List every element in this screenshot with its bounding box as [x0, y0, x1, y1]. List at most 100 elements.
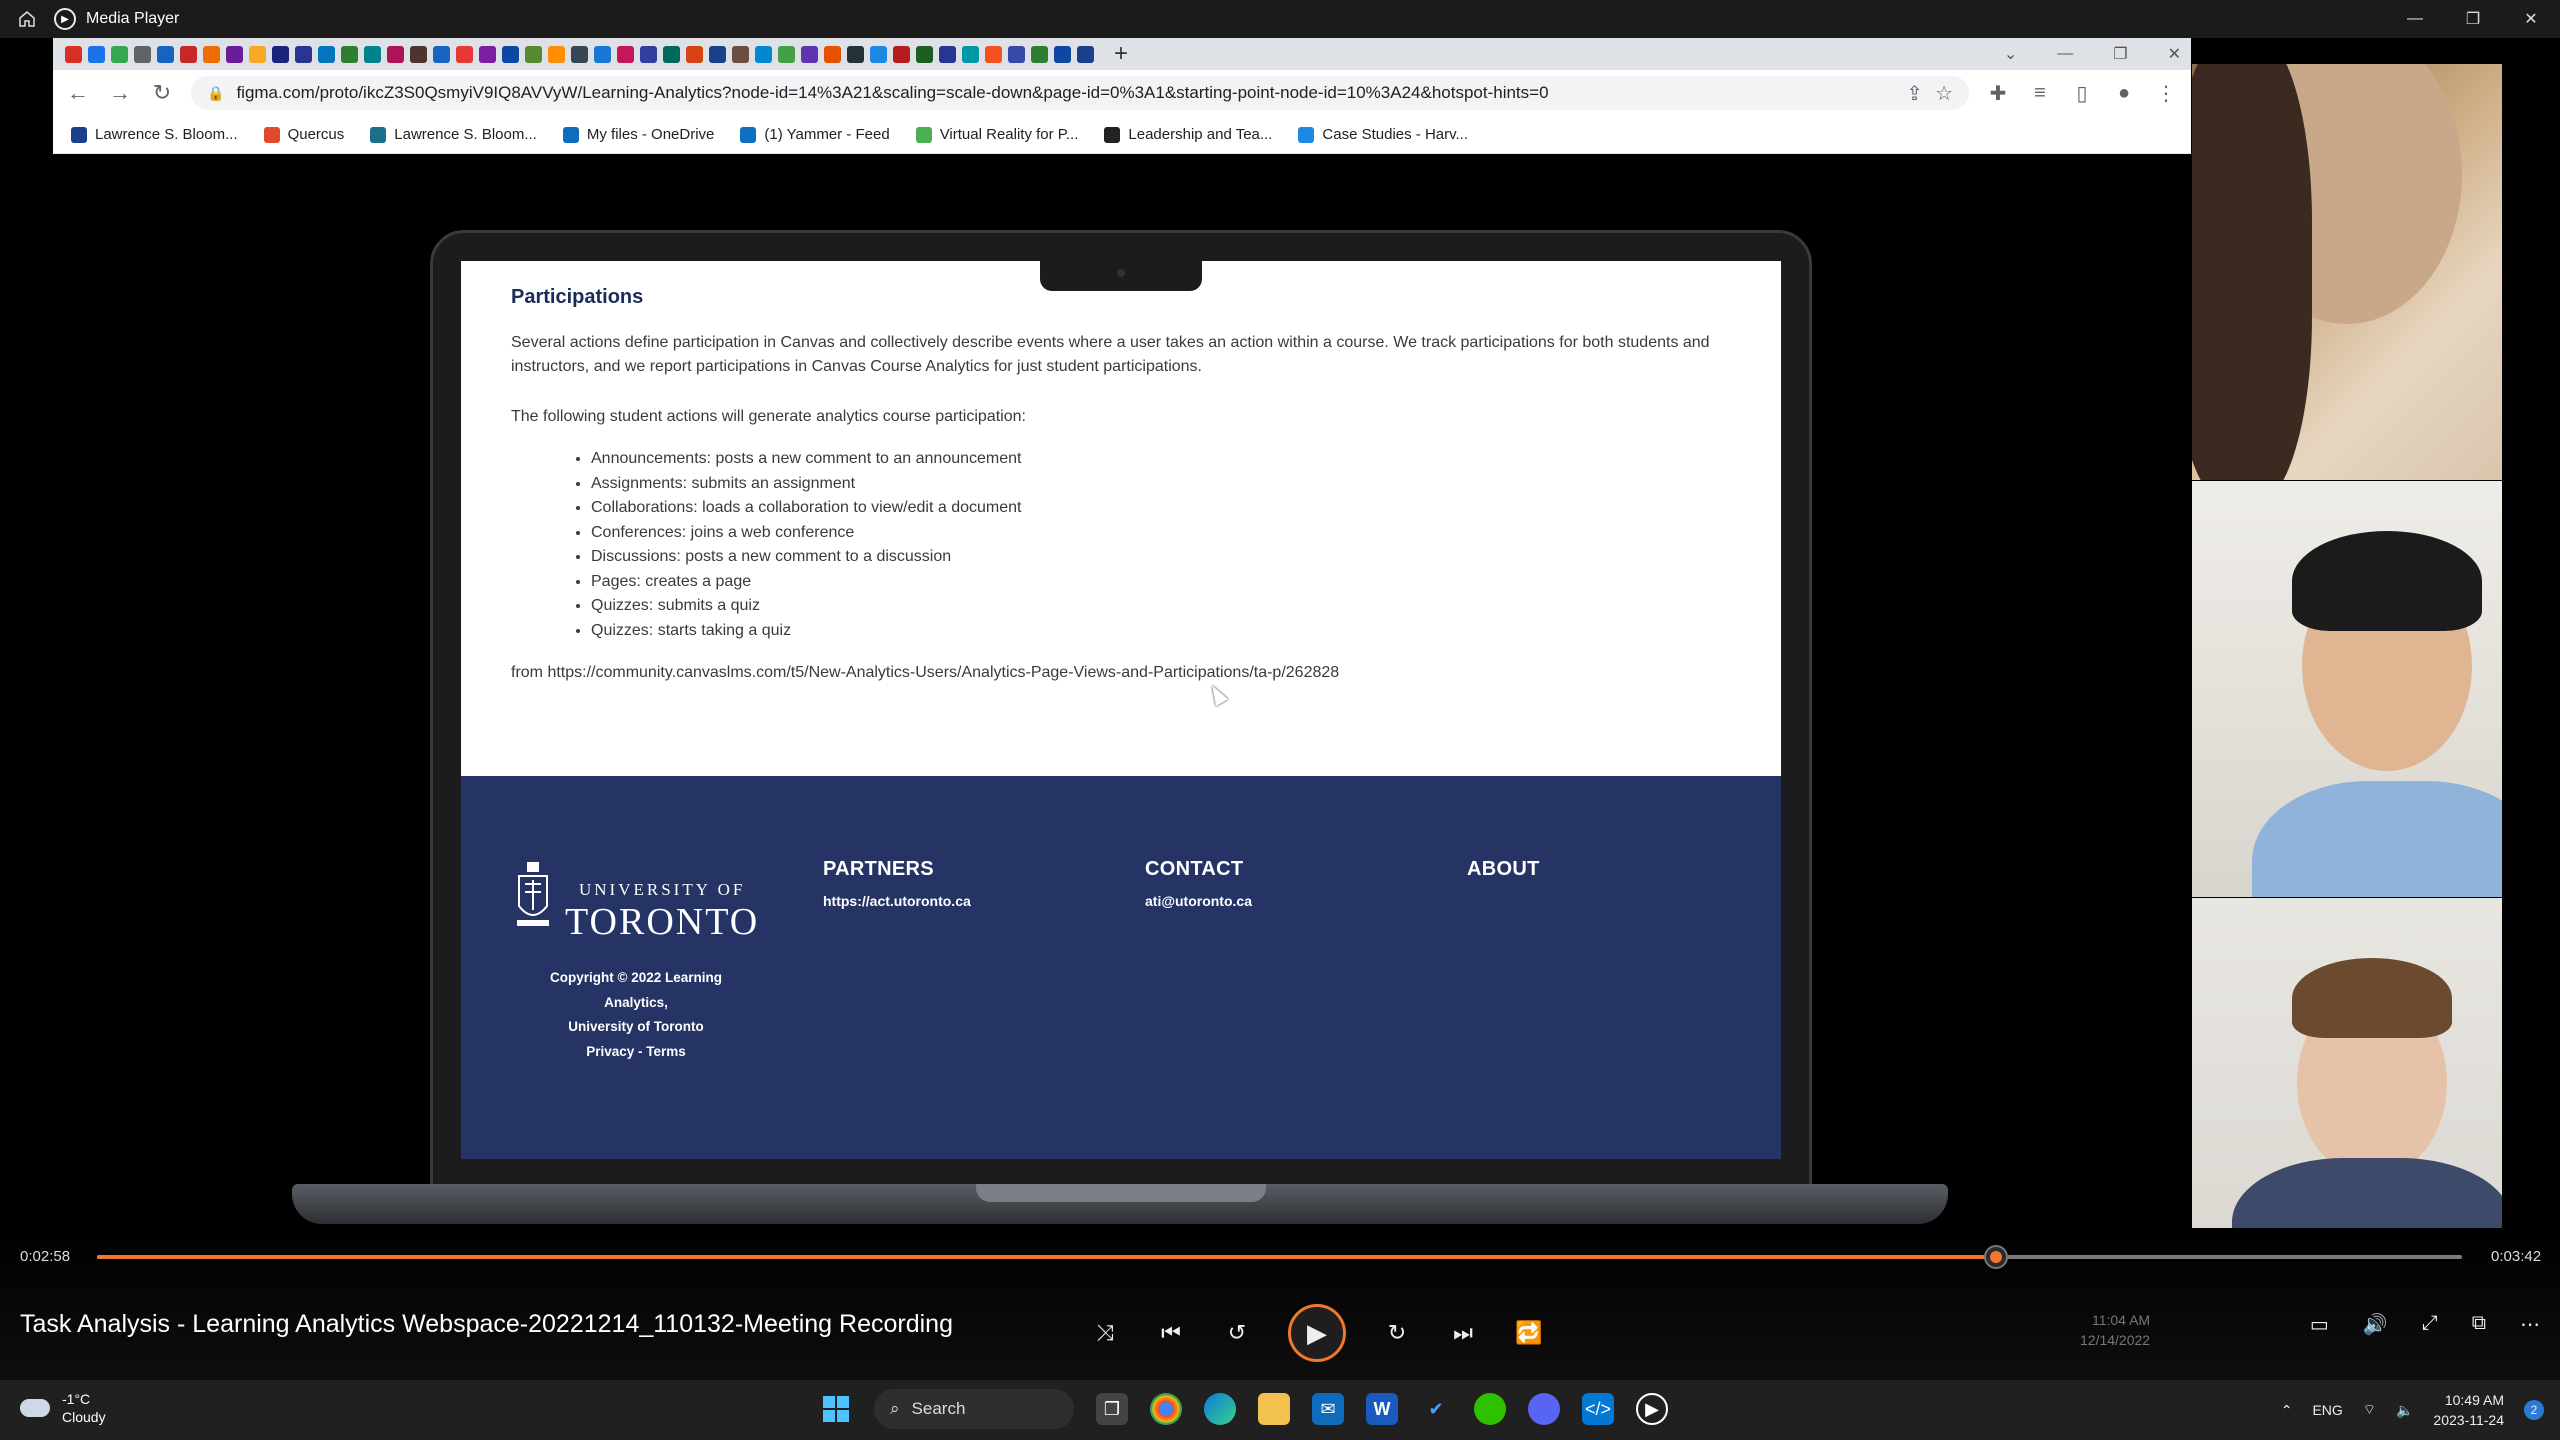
- tab-favicon[interactable]: [433, 45, 450, 63]
- tab-favicon[interactable]: [709, 45, 726, 63]
- tab-favicon[interactable]: [364, 45, 381, 63]
- reload-icon[interactable]: ↻: [149, 80, 175, 106]
- tab-favicon[interactable]: [755, 45, 772, 63]
- tab-favicon[interactable]: [571, 45, 588, 63]
- participant-video-3[interactable]: [2192, 898, 2502, 1228]
- share-icon[interactable]: ⇪: [1906, 81, 1923, 106]
- forward-icon[interactable]: →: [107, 80, 133, 106]
- skip-forward-30-icon[interactable]: ↻: [1382, 1320, 1412, 1346]
- tab-favicon[interactable]: [824, 45, 841, 63]
- discord-icon[interactable]: [1528, 1393, 1560, 1425]
- tab-favicon[interactable]: [65, 45, 82, 63]
- notification-badge[interactable]: 2: [2524, 1400, 2544, 1420]
- tab-favicon[interactable]: [916, 45, 933, 63]
- kebab-menu-icon[interactable]: ⋮: [2153, 81, 2179, 106]
- tab-favicon[interactable]: [778, 45, 795, 63]
- tab-favicon[interactable]: [893, 45, 910, 63]
- profile-icon[interactable]: ●: [2111, 82, 2137, 105]
- tab-favicon[interactable]: [663, 45, 680, 63]
- minimize-icon[interactable]: —: [2386, 0, 2444, 38]
- tab-favicon[interactable]: [525, 45, 542, 63]
- tab-favicon[interactable]: [1031, 45, 1048, 63]
- tab-favicon[interactable]: [134, 45, 151, 63]
- play-button[interactable]: ▶: [1288, 1304, 1346, 1362]
- seek-bar[interactable]: [97, 1255, 2462, 1259]
- tab-favicon[interactable]: [686, 45, 703, 63]
- weather-widget[interactable]: -1°C Cloudy: [20, 1390, 106, 1426]
- tab-favicon[interactable]: [479, 45, 496, 63]
- wechat-icon[interactable]: [1474, 1393, 1506, 1425]
- clock[interactable]: 10:49 AM 2023-11-24: [2433, 1390, 2504, 1430]
- todo-icon[interactable]: ✔: [1420, 1393, 1452, 1425]
- browser-close-icon[interactable]: ✕: [2168, 44, 2181, 64]
- close-icon[interactable]: ✕: [2502, 0, 2560, 38]
- task-view-icon[interactable]: ❐: [1096, 1393, 1128, 1425]
- file-explorer-icon[interactable]: [1258, 1393, 1290, 1425]
- contact-email-link[interactable]: ati@utoronto.ca: [1145, 893, 1252, 909]
- media-player-taskbar-icon[interactable]: ▶: [1636, 1393, 1668, 1425]
- tab-favicon[interactable]: [870, 45, 887, 63]
- bookmark-item[interactable]: Case Studies - Harv...: [1298, 126, 1468, 143]
- previous-icon[interactable]: ⏮: [1156, 1320, 1186, 1346]
- lock-icon[interactable]: 🔒: [207, 85, 224, 102]
- tab-favicon[interactable]: [939, 45, 956, 63]
- seek-thumb[interactable]: [1984, 1245, 2009, 1269]
- tab-favicon[interactable]: [985, 45, 1002, 63]
- new-tab-icon[interactable]: +: [1114, 40, 1128, 68]
- video-frame[interactable]: + ⌄ — ❐ ✕ ← → ↻ 🔒 figma.com/proto/ikcZ3S…: [0, 38, 2560, 1228]
- tab-favicon[interactable]: [341, 45, 358, 63]
- mail-icon[interactable]: ✉: [1312, 1393, 1344, 1425]
- bookmark-star-icon[interactable]: ☆: [1935, 81, 1953, 106]
- about-link[interactable]: ABOUT: [1467, 858, 1540, 881]
- tab-favicon[interactable]: [88, 45, 105, 63]
- start-icon[interactable]: [820, 1393, 852, 1425]
- bookmark-item[interactable]: Quercus: [263, 126, 344, 143]
- vscode-icon[interactable]: </>: [1582, 1393, 1614, 1425]
- fullscreen-icon[interactable]: ⤢: [2422, 1312, 2438, 1337]
- tab-favicon[interactable]: [1008, 45, 1025, 63]
- language-indicator[interactable]: ENG: [2312, 1402, 2342, 1418]
- repeat-icon[interactable]: 🔁: [1514, 1320, 1544, 1346]
- chrome-icon[interactable]: [1150, 1393, 1182, 1425]
- tab-favicon[interactable]: [249, 45, 266, 63]
- reading-list-icon[interactable]: ≡: [2027, 82, 2053, 105]
- bookmark-item[interactable]: Lawrence S. Bloom...: [71, 126, 238, 143]
- tab-favicon[interactable]: [1077, 45, 1094, 63]
- tab-favicon[interactable]: [456, 45, 473, 63]
- url-text[interactable]: figma.com/proto/ikcZ3S0QsmyiV9IQ8AVVyW/L…: [236, 83, 1894, 103]
- tab-favicon[interactable]: [732, 45, 749, 63]
- tab-favicon[interactable]: [180, 45, 197, 63]
- mini-player-icon[interactable]: ⧉: [2472, 1312, 2486, 1337]
- tab-favicon[interactable]: [203, 45, 220, 63]
- tab-favicon[interactable]: [640, 45, 657, 63]
- shuffle-icon[interactable]: ⤨: [1090, 1320, 1120, 1346]
- volume-icon[interactable]: 🔊: [2363, 1312, 2388, 1337]
- side-panel-icon[interactable]: ▯: [2069, 81, 2095, 106]
- skip-back-10-icon[interactable]: ↺: [1222, 1320, 1252, 1346]
- tab-favicon[interactable]: [801, 45, 818, 63]
- extensions-icon[interactable]: ✚: [1985, 81, 2011, 106]
- tab-search-icon[interactable]: ⌄: [2004, 44, 2017, 64]
- bookmark-item[interactable]: Leadership and Tea...: [1104, 126, 1272, 143]
- browser-restore-icon[interactable]: ❐: [2113, 44, 2127, 64]
- chevron-up-icon[interactable]: ⌃: [2281, 1402, 2293, 1419]
- home-icon[interactable]: [0, 0, 54, 38]
- tab-favicon[interactable]: [226, 45, 243, 63]
- bookmark-item[interactable]: (1) Yammer - Feed: [740, 126, 890, 143]
- participant-video-2[interactable]: [2192, 481, 2502, 897]
- captions-icon[interactable]: ▭: [2310, 1312, 2329, 1337]
- word-icon[interactable]: W: [1366, 1393, 1398, 1425]
- bookmark-item[interactable]: Virtual Reality for P...: [915, 126, 1078, 143]
- tab-favicon[interactable]: [295, 45, 312, 63]
- participant-video-1[interactable]: [2192, 64, 2502, 480]
- wifi-icon[interactable]: ⌔: [2363, 1401, 2376, 1419]
- tab-favicon[interactable]: [157, 45, 174, 63]
- tab-favicon[interactable]: [318, 45, 335, 63]
- tab-favicon[interactable]: [111, 45, 128, 63]
- taskbar-search[interactable]: ⌕ Search: [874, 1389, 1074, 1429]
- browser-minimize-icon[interactable]: —: [2057, 45, 2073, 63]
- bookmark-item[interactable]: My files - OneDrive: [562, 126, 714, 143]
- speaker-icon[interactable]: 🔈: [2396, 1402, 2413, 1419]
- back-icon[interactable]: ←: [65, 80, 91, 106]
- tab-favicon[interactable]: [617, 45, 634, 63]
